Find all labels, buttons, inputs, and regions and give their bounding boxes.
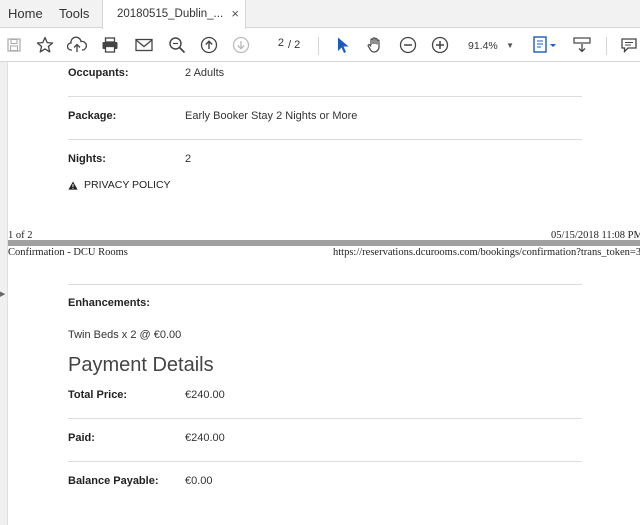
paid-value: €240.00	[185, 432, 225, 444]
balance-payable-label: Balance Payable:	[68, 475, 159, 487]
occupants-value: 2 Adults	[185, 67, 225, 79]
nights-label: Nights:	[68, 153, 106, 165]
divider	[68, 139, 582, 140]
zoom-in-icon[interactable]	[429, 34, 451, 56]
tab-bar: Home Tools 20180515_Dublin_... ×	[0, 0, 640, 29]
paid-label: Paid:	[68, 432, 95, 444]
package-value: Early Booker Stay 2 Nights or More	[185, 110, 358, 122]
hand-tool-icon[interactable]	[364, 34, 386, 56]
tab-document[interactable]: 20180515_Dublin_... ×	[102, 0, 246, 29]
privacy-policy-label: PRIVACY POLICY	[84, 179, 171, 191]
scroll-mode-icon[interactable]	[571, 34, 593, 56]
chevron-down-icon: ▼	[506, 41, 514, 50]
tab-tools[interactable]: Tools	[59, 0, 89, 28]
page-separator	[8, 240, 640, 246]
upload-cloud-icon[interactable]	[66, 34, 88, 56]
package-label: Package:	[68, 110, 117, 122]
divider	[68, 96, 582, 97]
tab-document-label: 20180515_Dublin_...	[117, 8, 224, 20]
occupants-label: Occupants:	[68, 67, 129, 79]
divider	[68, 284, 582, 285]
next-page-icon[interactable]	[230, 34, 252, 56]
tab-home[interactable]: Home	[8, 0, 43, 28]
print-icon[interactable]	[99, 34, 121, 56]
divider	[68, 461, 582, 462]
total-price-value: €240.00	[185, 389, 225, 401]
total-price-label: Total Price:	[68, 389, 128, 401]
page-number-input[interactable]: 2	[262, 37, 284, 55]
page-total: / 2	[288, 39, 301, 51]
toolbar-divider	[606, 37, 607, 55]
expand-panel-icon[interactable]: ▶	[0, 290, 5, 298]
previous-page-icon[interactable]	[198, 34, 220, 56]
comment-icon[interactable]	[618, 34, 640, 56]
warning-icon	[68, 181, 78, 190]
email-icon[interactable]	[133, 34, 155, 56]
privacy-policy-link[interactable]: PRIVACY POLICY	[68, 179, 171, 191]
enhancements-label: Enhancements:	[68, 297, 150, 309]
nights-value: 2	[185, 153, 192, 165]
page-header-url: https://reservations.dcurooms.com/bookin…	[333, 247, 640, 258]
page-layout-icon[interactable]	[530, 34, 560, 56]
divider	[68, 418, 582, 419]
zoom-out-icon[interactable]	[397, 34, 419, 56]
zoom-value: 91.4%	[468, 40, 498, 52]
zoom-select[interactable]: 91.4% ▼	[462, 36, 520, 56]
toolbar-divider	[318, 37, 319, 55]
document-viewport[interactable]: ▶ Occupants: 2 Adults Package: Early Boo…	[0, 62, 640, 525]
close-icon[interactable]: ×	[231, 0, 239, 28]
select-cursor-icon[interactable]	[332, 34, 354, 56]
page-header-title: Confirmation - DCU Rooms	[8, 247, 128, 258]
enhancements-value: Twin Beds x 2 @ €0.00	[68, 329, 182, 341]
bookmark-star-icon[interactable]	[34, 34, 56, 56]
payment-details-heading: Payment Details	[68, 354, 214, 376]
save-icon[interactable]	[3, 34, 25, 56]
search-zoom-icon[interactable]	[166, 34, 188, 56]
toolbar: 2 / 2 91.4% ▼	[0, 29, 640, 62]
balance-payable-value: €0.00	[185, 475, 213, 487]
